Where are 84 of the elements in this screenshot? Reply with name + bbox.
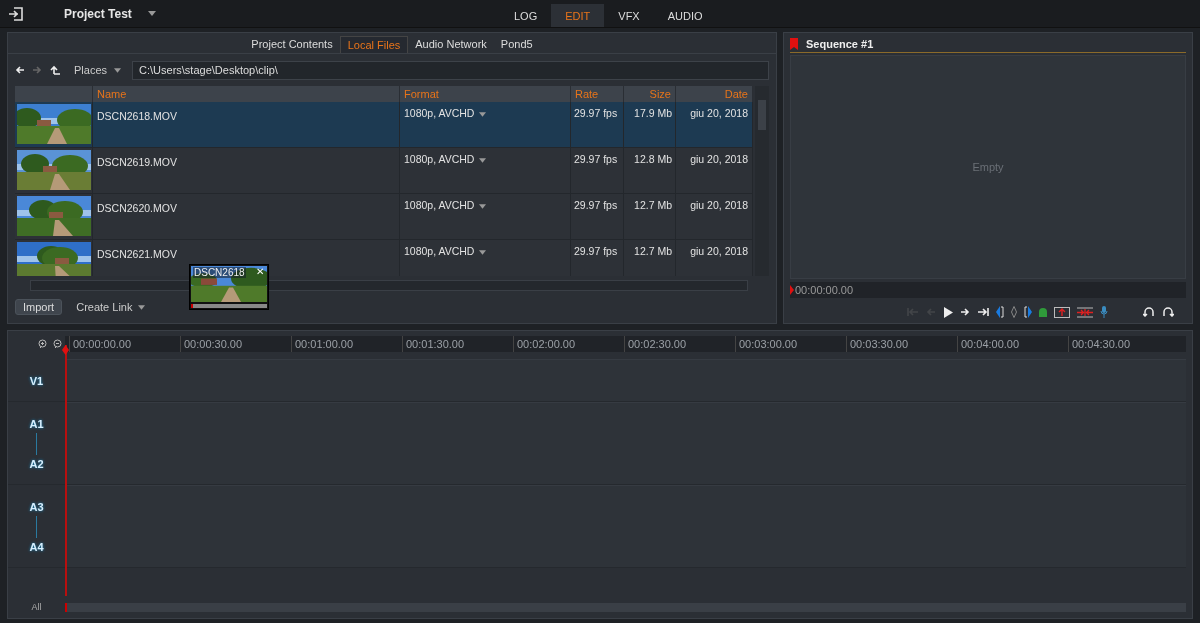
preview-title: DSCN2618	[193, 267, 246, 278]
ruler-label: 00:00:00.00	[69, 336, 180, 352]
rate-cell: 29.97 fps	[571, 148, 624, 193]
vertical-scrollbar[interactable]	[755, 86, 769, 276]
date-cell: giu 20, 2018	[676, 194, 753, 239]
timeline-scrollbar[interactable]	[65, 602, 1186, 612]
ruler-label: 00:02:30.00	[624, 336, 735, 352]
trim-icon[interactable]	[1077, 306, 1093, 318]
format-text: 1080p, AVCHD	[404, 107, 475, 119]
caret-icon[interactable]	[138, 304, 146, 310]
caret-icon[interactable]	[479, 157, 487, 163]
rate-cell: 29.97 fps	[571, 240, 624, 276]
timecode: 00:00:00.00	[795, 284, 854, 296]
ruler-label: 00:04:30.00	[1068, 336, 1179, 352]
mark-in-icon[interactable]	[996, 306, 1004, 318]
microphone-icon[interactable]	[1100, 306, 1108, 318]
lift-icon[interactable]	[1054, 306, 1070, 318]
sequence-title: Sequence #1	[806, 38, 874, 50]
import-button[interactable]: Import	[15, 299, 63, 315]
ruler-label: 00:03:00.00	[735, 336, 846, 352]
caret-icon[interactable]	[479, 203, 487, 209]
empty-label: Empty	[972, 161, 1004, 173]
diamond-icon[interactable]	[1011, 306, 1017, 318]
ruler-label: 00:01:30.00	[402, 336, 513, 352]
caret-icon[interactable]	[147, 11, 156, 16]
caret-icon[interactable]	[479, 249, 487, 255]
mark-out-icon[interactable]	[1024, 306, 1032, 318]
file-row[interactable]: DSCN2619.MOV 1080p, AVCHD 29.97 fps 12.8 Mb giu 20, 2018	[15, 148, 753, 194]
mode-tab[interactable]: EDIT	[551, 4, 605, 27]
format-text: 1080p, AVCHD	[404, 245, 475, 257]
create-link-button[interactable]: Create Link	[76, 301, 133, 313]
time-ruler[interactable]: 00:00:00.00 00:00:30.00 00:01:00.00 00:01:30.00 00:02:00.00 00:02:30.00 00:03:00.00 00:03:30.00 00:04:00.00 00:04:30.00	[65, 336, 1186, 352]
ruler-label: 00:00:30.00	[180, 336, 291, 352]
mode-tab[interactable]: AUDIO	[653, 4, 717, 27]
file-name: DSCN2619.MOV	[93, 148, 400, 193]
undo-icon[interactable]	[1143, 307, 1155, 317]
date-cell: giu 20, 2018	[676, 102, 753, 147]
ruler-label: 00:01:00.00	[291, 336, 402, 352]
library-tab[interactable]: Local Files	[339, 36, 409, 53]
places-button[interactable]: Places	[68, 64, 108, 76]
file-name: DSCN2620.MOV	[93, 194, 400, 239]
link-line	[36, 433, 37, 455]
date-cell: giu 20, 2018	[676, 240, 753, 276]
play-icon[interactable]	[943, 306, 953, 318]
size-cell: 17.9 Mb	[624, 102, 676, 147]
caret-icon	[114, 67, 122, 73]
redo-icon[interactable]	[1162, 307, 1174, 317]
format-text: 1080p, AVCHD	[404, 153, 475, 165]
exit-icon[interactable]	[8, 6, 24, 21]
library-tab[interactable]: Pond5	[493, 36, 540, 53]
file-row[interactable]: DSCN2618.MOV 1080p, AVCHD 29.97 fps 17.9 Mb giu 20, 2018	[15, 102, 753, 148]
path-field[interactable]: C:\Users\stage\Desktop\clip\	[132, 60, 769, 80]
project-title: Project Test	[64, 6, 132, 21]
up-icon[interactable]	[49, 65, 61, 75]
file-row[interactable]: DSCN2620.MOV 1080p, AVCHD 29.97 fps 12.7 Mb giu 20, 2018	[15, 194, 753, 240]
track-label[interactable]: A4	[29, 541, 44, 553]
ruler-label: 00:02:00.00	[513, 336, 624, 352]
size-cell: 12.8 Mb	[624, 148, 676, 193]
rate-cell: 29.97 fps	[571, 194, 624, 239]
all-tracks-label[interactable]: All	[8, 602, 65, 612]
playhead-icon	[790, 285, 794, 295]
size-cell: 12.7 Mb	[624, 194, 676, 239]
caret-icon[interactable]	[479, 111, 487, 117]
track-label[interactable]: A2	[29, 458, 44, 470]
track-label[interactable]: V1	[29, 375, 44, 387]
ruler-label: 00:04:00.00	[957, 336, 1068, 352]
format-text: 1080p, AVCHD	[404, 199, 475, 211]
mode-tab[interactable]: VFX	[604, 4, 654, 27]
skip-end-icon[interactable]	[977, 307, 989, 317]
date-cell: giu 20, 2018	[676, 148, 753, 193]
library-tab[interactable]: Project Contents	[244, 36, 340, 53]
bookmark-icon	[790, 38, 798, 50]
mode-tab[interactable]: LOG	[500, 4, 552, 27]
link-line	[36, 516, 37, 538]
zoom-in-icon[interactable]	[37, 339, 47, 349]
track-label[interactable]: A3	[29, 501, 44, 513]
track-label[interactable]: A1	[29, 418, 44, 430]
close-button[interactable]: ✕	[256, 266, 264, 277]
size-cell: 12.7 Mb	[624, 240, 676, 276]
ruler-label: 00:03:30.00	[846, 336, 957, 352]
zoom-out-icon[interactable]	[52, 339, 62, 349]
library-tab[interactable]: Audio Network	[408, 36, 494, 53]
file-name: DSCN2618.MOV	[93, 102, 400, 147]
rate-cell: 29.97 fps	[571, 102, 624, 147]
